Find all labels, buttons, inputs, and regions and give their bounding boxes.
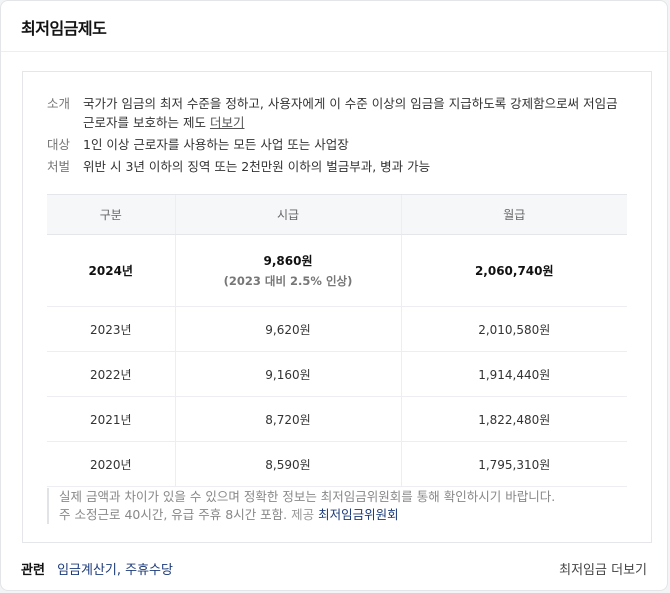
minimum-wage-more-link[interactable]: 최저임금 더보기 [559,559,647,578]
hourly-value: 9,860원 [263,254,313,268]
related-links: 관련 임금계산기, 주휴수당 [21,559,173,578]
year-cell: 2022년 [47,351,175,397]
year-cell: 2020년 [47,441,175,487]
hourly-cell: 8,590원 [174,441,401,487]
hourly-cell: 9,160원 [174,351,401,397]
monthly-cell: 1,795,310원 [400,441,627,487]
info-list: 소개 국가가 임금의 최저 수준을 정하고, 사용자에게 이 수준 이상의 임금… [47,94,627,179]
intro-row: 소개 국가가 임금의 최저 수준을 정하고, 사용자에게 이 수준 이상의 임금… [47,94,627,132]
monthly-cell: 2,010,580원 [400,306,627,352]
title-divider [1,51,667,52]
card-title: 최저임금제도 [21,19,107,38]
intro-more-link[interactable]: 더보기 [210,115,245,130]
card-footer: 관련 임금계산기, 주휴수당 최저임금 더보기 [21,559,647,578]
header-hourly: 시급 [174,194,401,235]
hourly-increase-note: (2023 대비 2.5% 인상) [223,274,353,288]
intro-value: 국가가 임금의 최저 수준을 정하고, 사용자에게 이 수준 이상의 임금을 지… [83,94,627,132]
target-text: 1인 이상 근로자를 사용하는 모든 사업 또는 사업장 [83,137,349,152]
monthly-cell: 1,822,480원 [400,396,627,442]
hourly-cell: 9,620원 [174,306,401,352]
table-row: 2022년 9,160원 1,914,440원 [47,351,627,397]
hourly-cell: 9,860원 (2023 대비 2.5% 인상) [174,234,401,307]
table-row: 2023년 9,620원 2,010,580원 [47,306,627,352]
penalty-row: 처벌 위반 시 3년 이하의 징역 또는 2천만원 이하의 벌금부과, 병과 가… [47,157,627,176]
disclaimer-line-2: 주 소정근로 40시간, 유급 주휴 8시간 포함. 제공 최저임금위원회 [59,506,639,524]
table-row: 2020년 8,590원 1,795,310원 [47,441,627,487]
related-label: 관련 [21,563,45,578]
info-panel: 소개 국가가 임금의 최저 수준을 정하고, 사용자에게 이 수준 이상의 임금… [22,71,652,543]
disclaimer-note: 실제 금액과 차이가 있을 수 있으며 정확한 정보는 최저임금위원회를 통해 … [47,488,639,524]
related-link-weekly-holiday-pay[interactable]: 주휴수당 [125,563,173,578]
target-row: 대상 1인 이상 근로자를 사용하는 모든 사업 또는 사업장 [47,135,627,154]
source-label: 제공 [291,507,315,522]
related-separator: , [116,563,126,578]
disclaimer-line: 실제 금액과 차이가 있을 수 있으며 정확한 정보는 최저임금위원회를 통해 … [59,489,556,504]
minimum-wage-card: 최저임금제도 소개 국가가 임금의 최저 수준을 정하고, 사용자에게 이 수준… [0,0,668,591]
penalty-label: 처벌 [47,159,71,174]
hourly-cell: 8,720원 [174,396,401,442]
intro-text: 국가가 임금의 최저 수준을 정하고, 사용자에게 이 수준 이상의 임금을 지… [83,96,618,130]
table-row-current: 2024년 9,860원 (2023 대비 2.5% 인상) 2,060,740원 [47,234,627,307]
related-link-wage-calculator[interactable]: 임금계산기 [57,563,117,578]
source-link[interactable]: 최저임금위원회 [318,507,399,522]
year-cell: 2023년 [47,306,175,352]
header-category: 구분 [47,194,175,235]
year-cell: 2021년 [47,396,175,442]
table-header-row: 구분 시급 월급 [47,194,627,235]
wage-table: 구분 시급 월급 2024년 9,860원 (2023 대비 2.5% 인상) 2… [47,194,627,487]
table-row: 2021년 8,720원 1,822,480원 [47,396,627,442]
penalty-text: 위반 시 3년 이하의 징역 또는 2천만원 이하의 벌금부과, 병과 가능 [83,159,431,174]
monthly-cell: 1,914,440원 [400,351,627,397]
monthly-cell: 2,060,740원 [400,234,627,307]
header-monthly: 월급 [400,194,627,235]
target-label: 대상 [47,137,71,152]
year-cell: 2024년 [47,234,175,307]
intro-label: 소개 [47,96,71,111]
work-hours-note: 주 소정근로 40시간, 유급 주휴 8시간 포함. [59,507,288,522]
